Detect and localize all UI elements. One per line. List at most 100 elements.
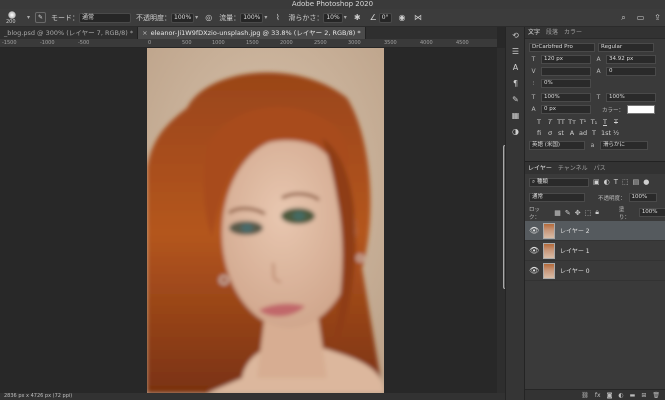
titling-toggle[interactable]: T bbox=[590, 129, 598, 137]
type-filter-icon[interactable]: T bbox=[614, 178, 618, 186]
link-layers-icon[interactable]: ⛓ bbox=[581, 392, 589, 399]
fill-label: 塗り： bbox=[618, 206, 630, 221]
small-caps-toggle[interactable]: Tт bbox=[568, 118, 576, 126]
swash-toggle[interactable]: st bbox=[557, 129, 565, 137]
brush-preset-picker[interactable]: 200 bbox=[3, 10, 21, 26]
tracking-field[interactable]: 0 bbox=[606, 67, 656, 76]
visibility-eye-icon[interactable]: 👁︎ bbox=[529, 246, 539, 255]
ordinal-toggle[interactable]: ad bbox=[579, 129, 587, 137]
adjustment-filter-icon[interactable]: ◐ bbox=[604, 178, 610, 186]
brush-icon[interactable]: ✎ bbox=[506, 91, 525, 107]
share-icon[interactable]: ⇪ bbox=[652, 12, 663, 23]
alternate-toggle[interactable]: ơ bbox=[546, 129, 554, 137]
chevron-down-icon[interactable]: ▾ bbox=[27, 14, 30, 21]
antialias-select[interactable]: 滑らかに bbox=[600, 141, 648, 150]
document-canvas[interactable] bbox=[0, 48, 497, 393]
smart-object-filter-icon[interactable]: ▤ bbox=[633, 178, 640, 186]
shape-filter-icon[interactable]: ⬚ bbox=[622, 178, 629, 186]
close-icon[interactable]: × bbox=[142, 29, 147, 37]
horizontal-ruler[interactable]: -1500 -1000 -500 0 500 1000 1500 2000 25… bbox=[0, 39, 497, 48]
tab-paragraph[interactable]: 段落 bbox=[543, 27, 561, 38]
chevron-down-icon[interactable]: ▾ bbox=[344, 14, 347, 21]
history-icon[interactable]: ⟲ bbox=[506, 27, 525, 43]
layer-row[interactable]: 👁︎ レイヤー 1 bbox=[525, 241, 665, 261]
type-style-toggles: T T TT Tт T¹ T₁ T T bbox=[525, 118, 665, 126]
vertical-scrollbar[interactable] bbox=[497, 48, 507, 393]
ligature-toggle[interactable]: fi bbox=[535, 129, 543, 137]
trash-icon[interactable]: 🗑︎ bbox=[652, 392, 660, 399]
strikethrough-toggle[interactable]: T bbox=[612, 118, 620, 126]
lock-position-icon[interactable]: ✥ bbox=[575, 209, 581, 217]
stylistic-toggle[interactable]: 1st bbox=[601, 129, 611, 137]
tab-label: _blog.psd @ 300% (レイヤー 7, RGB/8) * bbox=[4, 29, 134, 37]
all-caps-toggle[interactable]: TT bbox=[557, 118, 565, 126]
blend-mode-select[interactable]: 通常 bbox=[529, 193, 585, 202]
opacity-field[interactable]: 100% bbox=[171, 12, 195, 23]
symmetry-icon[interactable]: ⋈ bbox=[413, 12, 424, 23]
fill-field[interactable]: 100% bbox=[638, 208, 665, 217]
vertical-scale-field[interactable]: 100% bbox=[541, 93, 591, 102]
add-mask-icon[interactable]: ◙ bbox=[607, 392, 613, 399]
portrait-photo bbox=[147, 48, 384, 393]
fraction-toggle[interactable]: ½ bbox=[612, 129, 620, 137]
new-layer-icon[interactable]: ⊞ bbox=[641, 392, 646, 399]
adjustment-layer-icon[interactable]: ◐ bbox=[618, 392, 623, 399]
tab-color[interactable]: カラー bbox=[561, 27, 585, 38]
character-icon[interactable]: A bbox=[506, 59, 525, 75]
layer-opacity-field[interactable]: 100% bbox=[628, 193, 657, 202]
filter-toggle-icon[interactable]: ● bbox=[643, 178, 649, 186]
underline-toggle[interactable]: T bbox=[601, 118, 609, 126]
layer-style-icon[interactable]: fx bbox=[595, 392, 601, 399]
tab-layers[interactable]: レイヤー bbox=[525, 162, 555, 174]
brush-settings-icon[interactable]: ✎ bbox=[35, 12, 47, 23]
ruler-label: 0 bbox=[148, 40, 152, 46]
tab-eleanor-jpg[interactable]: × eleanor-Ji1W9fDXzio-unsplash.jpg @ 33.8… bbox=[138, 27, 366, 39]
visibility-eye-icon[interactable]: 👁︎ bbox=[529, 266, 539, 275]
language-select[interactable]: 英語 (米国) bbox=[529, 141, 585, 150]
gear-icon[interactable]: ✱ bbox=[352, 12, 363, 23]
font-size-field[interactable]: 120 px bbox=[541, 55, 591, 64]
search-icon[interactable]: ⌕ bbox=[618, 12, 629, 23]
mode-select[interactable]: 通常 bbox=[79, 12, 132, 23]
adjustments-icon[interactable]: ◑ bbox=[506, 123, 525, 139]
pressure-opacity-icon[interactable]: ◎ bbox=[203, 12, 214, 23]
baseline-field[interactable]: 0 px bbox=[541, 105, 591, 114]
faux-bold-toggle[interactable]: T bbox=[535, 118, 543, 126]
properties-icon[interactable]: ☰ bbox=[506, 43, 525, 59]
tab-blog-psd[interactable]: _blog.psd @ 300% (レイヤー 7, RGB/8) * bbox=[0, 27, 139, 39]
swatches-icon[interactable]: ▦ bbox=[506, 107, 525, 123]
flow-field[interactable]: 100% bbox=[240, 12, 264, 23]
smoothing-field[interactable]: 10% bbox=[323, 12, 343, 23]
pixel-filter-icon[interactable]: ▣ bbox=[593, 178, 600, 186]
text-color-swatch[interactable] bbox=[627, 105, 656, 114]
subscript-toggle[interactable]: T₁ bbox=[590, 118, 598, 126]
airbrush-icon[interactable]: ⌇ bbox=[272, 12, 283, 23]
tab-character[interactable]: 文字 bbox=[525, 27, 543, 38]
font-style-select[interactable]: Regular bbox=[598, 43, 654, 52]
layer-row[interactable]: 👁︎ レイヤー 2 bbox=[525, 221, 665, 241]
tsume-field[interactable]: 0% bbox=[541, 79, 591, 88]
paragraph-icon[interactable]: ¶ bbox=[506, 75, 525, 91]
kerning-field[interactable] bbox=[541, 67, 591, 76]
new-group-icon[interactable]: ▬ bbox=[630, 392, 636, 399]
chevron-down-icon[interactable]: ▾ bbox=[195, 14, 198, 21]
pressure-size-icon[interactable]: ◉ bbox=[397, 12, 408, 23]
lock-all-icon[interactable]: 🔒︎ bbox=[595, 208, 599, 217]
filter-kind-select[interactable]: ⌕ 種類 bbox=[529, 177, 589, 187]
lock-artboard-icon[interactable]: ⬚ bbox=[585, 209, 592, 217]
superscript-toggle[interactable]: T¹ bbox=[579, 118, 587, 126]
lock-pixels-icon[interactable]: ✎ bbox=[565, 209, 571, 217]
discretionary-toggle[interactable]: A bbox=[568, 129, 576, 137]
layer-row[interactable]: 👁︎ レイヤー 0 bbox=[525, 261, 665, 281]
workspace-icon[interactable]: ▭ bbox=[635, 12, 646, 23]
visibility-eye-icon[interactable]: 👁︎ bbox=[529, 226, 539, 235]
tab-paths[interactable]: パス bbox=[591, 162, 609, 174]
chevron-down-icon[interactable]: ▾ bbox=[264, 14, 267, 21]
font-family-select[interactable]: DrCarbfred Pro bbox=[529, 43, 595, 52]
lock-transparency-icon[interactable]: ▦ bbox=[554, 209, 561, 217]
tab-channels[interactable]: チャンネル bbox=[555, 162, 591, 174]
horizontal-scale-field[interactable]: 100% bbox=[606, 93, 656, 102]
angle-field[interactable]: 0° bbox=[378, 12, 392, 23]
leading-field[interactable]: 34.92 px bbox=[606, 55, 656, 64]
faux-italic-toggle[interactable]: T bbox=[546, 118, 554, 126]
